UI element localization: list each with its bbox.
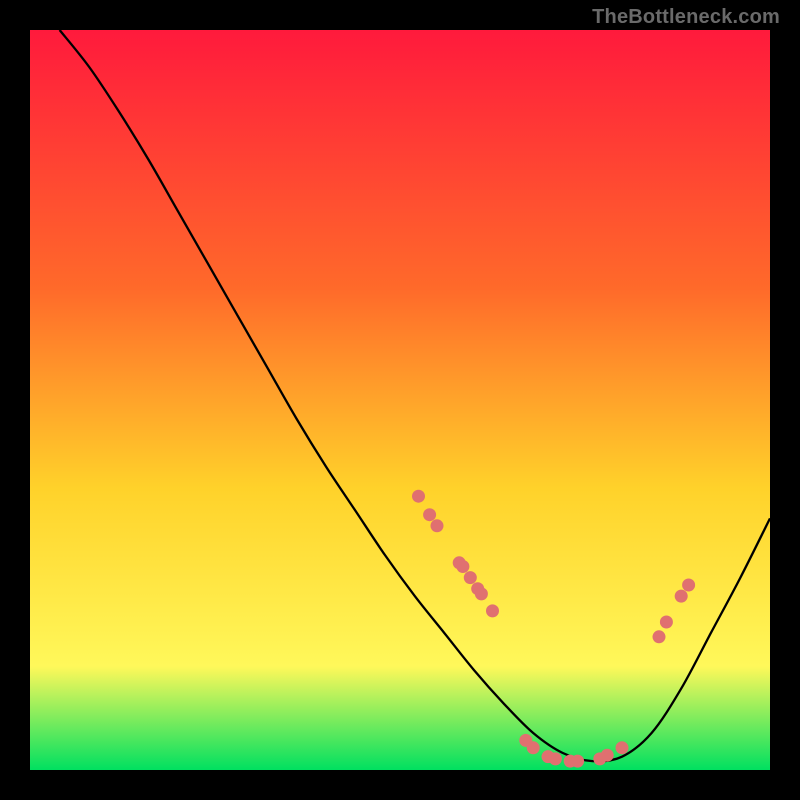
data-point — [660, 616, 673, 629]
data-point — [486, 604, 499, 617]
data-point — [616, 741, 629, 754]
data-point — [475, 587, 488, 600]
data-point — [464, 571, 477, 584]
watermark-text: TheBottleneck.com — [592, 6, 780, 29]
data-point — [412, 490, 425, 503]
data-point — [682, 579, 695, 592]
data-point — [601, 749, 614, 762]
data-point — [527, 741, 540, 754]
data-point — [423, 508, 436, 521]
data-point — [549, 752, 562, 765]
data-point — [653, 630, 666, 643]
plot-area — [30, 30, 770, 770]
data-point — [675, 590, 688, 603]
data-point — [431, 519, 444, 532]
chart-container: TheBottleneck.com — [0, 0, 800, 800]
data-point — [456, 560, 469, 573]
data-point — [571, 755, 584, 768]
bottleneck-curve-chart — [0, 0, 800, 800]
